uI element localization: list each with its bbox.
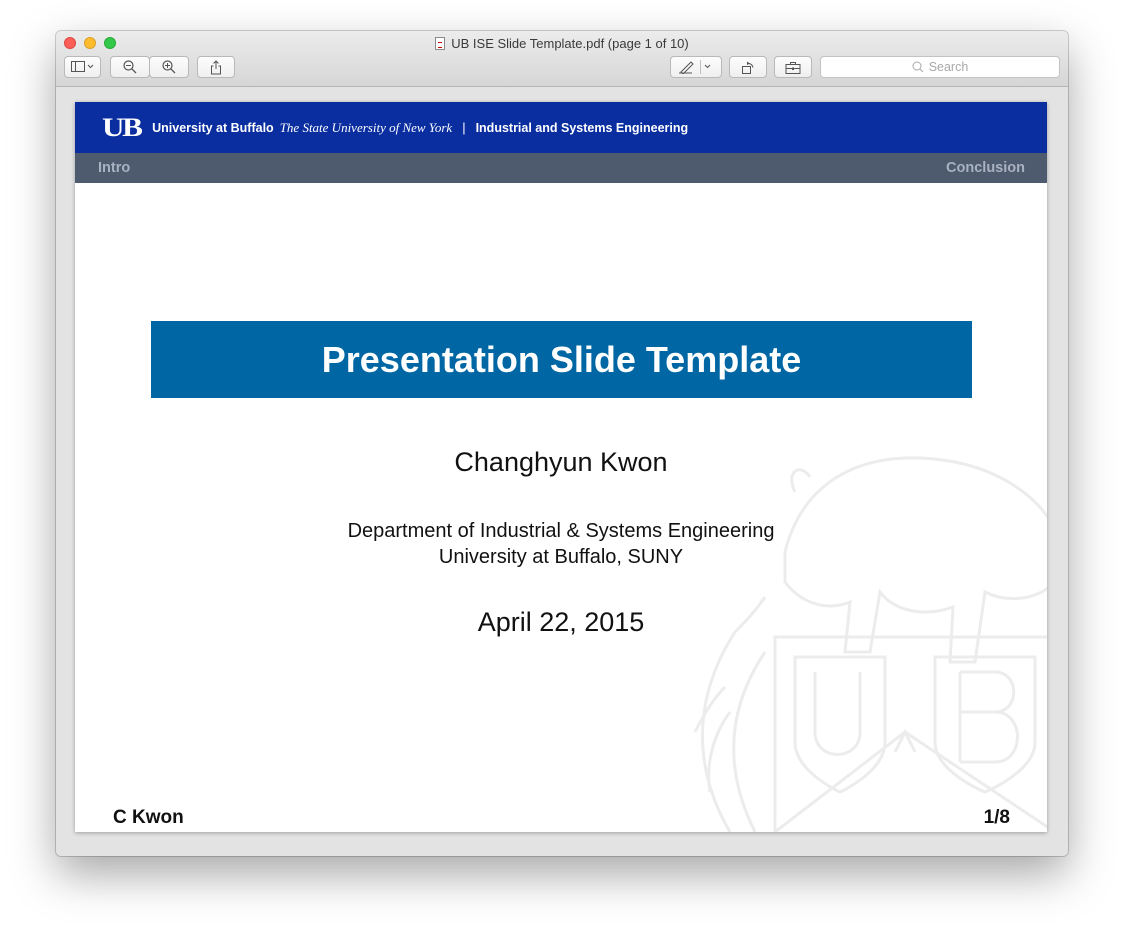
header-separator: | [462,120,466,135]
pdf-document-icon [435,37,446,50]
nav-conclusion-link[interactable]: Conclusion [946,160,1025,176]
slide-page: UB University at Buffalo The State Unive… [75,102,1047,832]
university-name: University at Buffalo [152,120,274,135]
zoom-out-button[interactable] [110,56,150,78]
zoom-in-icon [162,60,176,74]
slide-title: Presentation Slide Template [321,338,802,380]
markup-button[interactable] [670,56,722,78]
rotate-icon [742,61,754,74]
state-university-name: The State University of New York [279,119,453,135]
markup-pen-icon [679,60,711,74]
search-icon [912,61,924,73]
nav-intro-link[interactable]: Intro [98,160,130,176]
title-bar: UB ISE Slide Template.pdf (page 1 of 10) [56,31,1068,87]
section-nav-bar: Intro Conclusion [75,153,1047,183]
header-department: Industrial and Systems Engineering [475,120,689,135]
preview-window: UB ISE Slide Template.pdf (page 1 of 10) [56,31,1068,856]
sidebar-icon [70,61,93,72]
toolbox-icon [785,61,801,74]
presentation-date: April 22, 2015 [477,607,645,637]
ub-logo: UB [102,112,143,142]
department-line: Department of Industrial & Systems Engin… [347,520,775,542]
search-placeholder: Search [928,60,969,74]
window-title: UB ISE Slide Template.pdf (page 1 of 10) [56,36,1068,51]
sidebar-toggle-button[interactable] [64,56,101,78]
rotate-button[interactable] [729,56,767,78]
university-header-bar: UB University at Buffalo The State Unive… [75,102,1047,153]
footer-author: C Kwon [113,807,184,828]
author-name: Changhyun Kwon [454,447,668,477]
zoom-out-icon [123,60,137,74]
footer-page-number: 1/8 [983,807,1010,828]
share-icon [211,59,221,74]
search-field[interactable]: Search [820,56,1060,78]
slide-title-box: Presentation Slide Template [151,321,972,398]
affiliation: Department of Industrial & Systems Engin… [75,518,1047,570]
share-button[interactable] [197,56,235,78]
zoom-in-button[interactable] [149,56,189,78]
window-title-text: UB ISE Slide Template.pdf (page 1 of 10) [451,36,689,51]
toolbox-button[interactable] [774,56,812,78]
university-line: University at Buffalo, SUNY [438,546,684,568]
document-view[interactable]: UB University at Buffalo The State Unive… [56,87,1068,856]
